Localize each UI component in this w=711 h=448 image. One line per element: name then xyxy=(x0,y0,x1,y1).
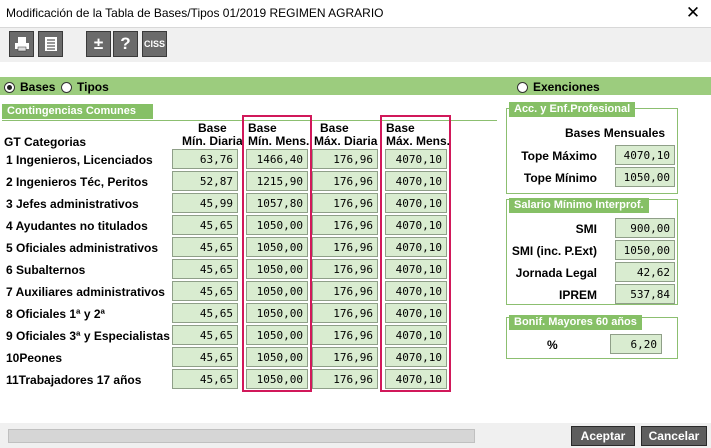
help-button[interactable]: ? xyxy=(113,31,138,57)
smi-label: SMI xyxy=(575,222,597,236)
row-label: 2 Ingenieros Téc, Peritos xyxy=(6,175,149,189)
smi-field[interactable]: 900,00 xyxy=(615,218,675,238)
row-label: 7 Auxiliares administrativos xyxy=(6,285,165,299)
cell-min-diaria[interactable]: 45,65 xyxy=(172,237,238,257)
row-label: 8 Oficiales 1ª y 2ª xyxy=(6,307,105,321)
jornada-field[interactable]: 42,62 xyxy=(615,262,675,282)
bonif-pct-label: % xyxy=(547,338,558,352)
row-label: 10Peones xyxy=(6,351,63,365)
radio-unselected-icon xyxy=(61,81,72,93)
row-label: 3 Jefes administrativos xyxy=(6,197,139,211)
cell-min-diaria[interactable]: 45,65 xyxy=(172,281,238,301)
cell-max-diaria[interactable]: 176,96 xyxy=(312,171,378,191)
close-icon[interactable]: ✕ xyxy=(683,3,703,23)
cell-max-diaria[interactable]: 176,96 xyxy=(312,281,378,301)
col-min-diaria-header: Base Mín. Diaria xyxy=(182,121,243,148)
cell-max-diaria[interactable]: 176,96 xyxy=(312,193,378,213)
tope-min-label: Tope Mínimo xyxy=(523,171,597,185)
iprem-label: IPREM xyxy=(558,288,597,302)
row-label: 4 Ayudantes no titulados xyxy=(6,219,148,233)
plus-minus-button[interactable]: ± xyxy=(86,31,111,57)
cell-max-diaria[interactable]: 176,96 xyxy=(312,237,378,257)
ciss-button[interactable]: CISS xyxy=(142,31,167,57)
radio-selected-icon xyxy=(4,81,15,93)
bonif-panel: Bonif. Mayores 60 años % 6,20 xyxy=(506,315,678,359)
toolbar: ± ? CISS xyxy=(0,28,711,62)
cell-min-diaria[interactable]: 45,99 xyxy=(172,193,238,213)
aceptar-button[interactable]: Aceptar xyxy=(571,426,635,446)
radio-exenciones[interactable]: Exenciones xyxy=(517,80,600,94)
cell-max-diaria[interactable]: 176,96 xyxy=(312,149,378,169)
tope-max-label: Tope Máximo xyxy=(521,149,597,163)
cell-min-diaria[interactable]: 45,65 xyxy=(172,325,238,345)
acc-subtitle: Bases Mensuales xyxy=(565,126,666,140)
radio-tipos-label: Tipos xyxy=(77,80,109,94)
cell-max-diaria[interactable]: 176,96 xyxy=(312,325,378,345)
col-max-diaria-header: Base Máx. Diaria xyxy=(314,121,378,148)
acc-header: Acc. y Enf.Profesional xyxy=(509,102,636,117)
iprem-field[interactable]: 537,84 xyxy=(615,284,675,304)
radio-bases-label: Bases xyxy=(20,80,56,94)
window-title: Modificación de la Tabla de Bases/Tipos … xyxy=(6,6,384,20)
cell-max-diaria[interactable]: 176,96 xyxy=(312,215,378,235)
print-button[interactable] xyxy=(9,31,34,57)
cell-max-diaria[interactable]: 176,96 xyxy=(312,303,378,323)
radio-tipos[interactable]: Tipos xyxy=(61,80,109,94)
cell-min-diaria[interactable]: 45,65 xyxy=(172,347,238,367)
tope-min-field[interactable]: 1050,00 xyxy=(615,167,675,187)
radio-bar: Bases Tipos Exenciones xyxy=(0,77,711,95)
row-label: 9 Oficiales 3ª y Especialistas xyxy=(6,329,170,343)
row-label: 1 Ingenieros, Licenciados xyxy=(6,153,153,167)
radio-exenciones-label: Exenciones xyxy=(533,80,600,94)
col-gt-header: GT Categorias xyxy=(4,135,87,149)
highlight-min-mens xyxy=(242,115,312,392)
row-label: 6 Subalternos xyxy=(6,263,86,277)
cell-max-diaria[interactable]: 176,96 xyxy=(312,259,378,279)
list-button[interactable] xyxy=(38,31,63,57)
cell-min-diaria[interactable]: 52,87 xyxy=(172,171,238,191)
smi-ext-label: SMI (inc. P.Ext) xyxy=(511,244,597,258)
cell-min-diaria[interactable]: 45,65 xyxy=(172,215,238,235)
cell-min-diaria[interactable]: 63,76 xyxy=(172,149,238,169)
radio-bases[interactable]: Bases xyxy=(4,80,55,94)
smi-panel: Salario Mínimo Interprof. SMI 900,00 SMI… xyxy=(506,198,678,305)
highlight-max-mens xyxy=(380,115,451,392)
row-label: 11Trabajadores 17 años xyxy=(6,373,142,387)
progress-bar xyxy=(8,429,475,443)
cell-max-diaria[interactable]: 176,96 xyxy=(312,347,378,367)
tope-max-field[interactable]: 4070,10 xyxy=(615,145,675,165)
main-area: Bases Tipos Exenciones Contingencias Com… xyxy=(0,62,711,423)
bonif-pct-field[interactable]: 6,20 xyxy=(610,334,662,354)
acc-panel: Acc. y Enf.Profesional Bases Mensuales T… xyxy=(506,102,678,194)
cell-min-diaria[interactable]: 45,65 xyxy=(172,369,238,389)
smi-ext-field[interactable]: 1050,00 xyxy=(615,240,675,260)
contingencias-header: Contingencias Comunes xyxy=(2,104,153,119)
printer-icon xyxy=(14,37,29,52)
status-bar: Aceptar Cancelar xyxy=(0,423,711,448)
cell-max-diaria[interactable]: 176,96 xyxy=(312,369,378,389)
jornada-label: Jornada Legal xyxy=(515,266,597,280)
title-bar: Modificación de la Tabla de Bases/Tipos … xyxy=(0,0,711,28)
contingencias-panel: Contingencias Comunes Base Mín. Diaria B… xyxy=(2,104,500,420)
smi-header: Salario Mínimo Interprof. xyxy=(509,198,649,213)
bonif-header: Bonif. Mayores 60 años xyxy=(509,315,642,330)
row-label: 5 Oficiales administrativos xyxy=(6,241,159,255)
radio-unselected-icon xyxy=(517,81,528,93)
cell-min-diaria[interactable]: 45,65 xyxy=(172,303,238,323)
cancelar-button[interactable]: Cancelar xyxy=(641,426,707,446)
list-icon xyxy=(44,37,57,51)
cell-min-diaria[interactable]: 45,65 xyxy=(172,259,238,279)
